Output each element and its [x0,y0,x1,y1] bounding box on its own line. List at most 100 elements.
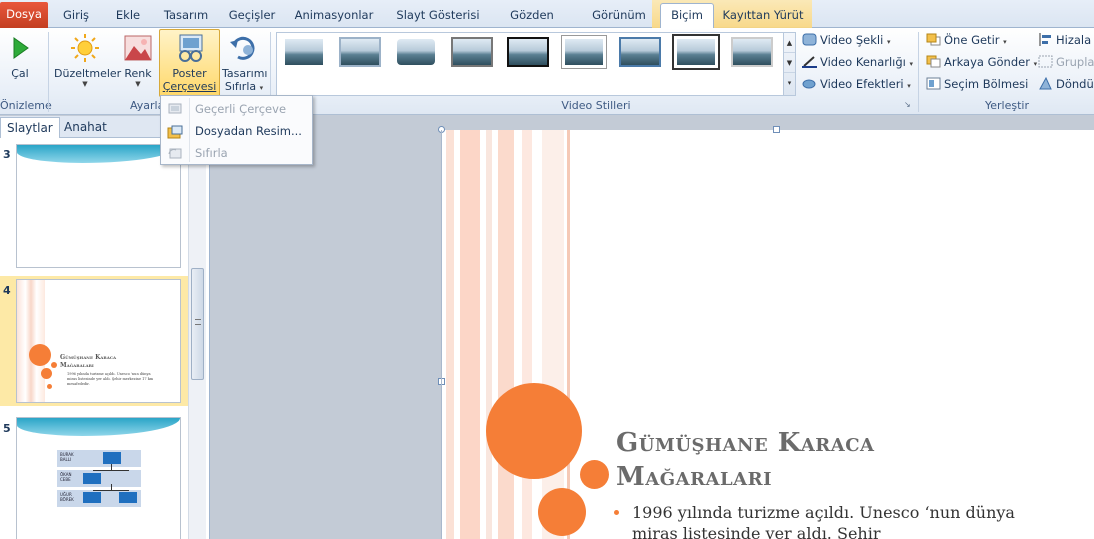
tab-slides[interactable]: Slaytlar [0,117,60,138]
poster-frame-button[interactable]: Poster Çerçevesi ▾ [159,29,220,105]
thumb-text: 1996 yılında turizme açıldı. Unesco 'nun… [67,372,154,386]
gallery-down-icon[interactable]: ▼ [784,53,795,73]
video-shape-icon [802,32,817,46]
tab-review[interactable]: Gözden Geçir [494,4,570,44]
video-style-preview [397,39,435,65]
send-backward-button[interactable]: Arkaya Gönder ▾ [926,52,1037,72]
sun-icon [69,32,101,64]
video-style-item[interactable] [395,37,437,67]
video-effects-label: Video Efektleri [820,77,904,91]
reset-design-icon [228,32,260,64]
gallery-scroll[interactable]: ▲ ▼ ▾ [783,33,795,95]
play-icon [4,32,36,64]
org-label: UĞUR BÖREK [60,492,74,502]
poster-frame-label-1: Poster [172,67,207,80]
scrollbar-thumb[interactable] [191,268,204,380]
stripe-decoration [442,130,572,539]
menu-item-reset[interactable]: Sıfırla [161,142,312,164]
bring-forward-button[interactable]: Öne Getir ▾ [926,30,1007,50]
circle-decoration [51,362,57,368]
tab-view[interactable]: Görünüm [586,4,652,28]
reset-design-label-2: Sıfırla ▾ [222,80,266,93]
circle-decoration [41,368,52,379]
org-box [103,452,121,464]
video-shape-label: Video Şekli [820,33,884,47]
play-label: Çal [11,67,29,80]
color-label: Renk [124,67,152,80]
reset-design-button[interactable]: Tasarımı Sıfırla ▾ [222,30,267,96]
play-button[interactable]: Çal [4,30,36,96]
panel-scrollbar[interactable] [188,138,206,539]
tab-slide-show[interactable]: Slayt Gösterisi [388,4,488,28]
circle-decoration [580,460,609,489]
slide-title[interactable]: Gümüşhane Karaca Mağaraları [616,426,875,494]
menu-item-label: Sıfırla [195,146,228,160]
corrections-button[interactable]: Düzeltmeler ▼ [54,30,121,96]
gallery-up-icon[interactable]: ▲ [784,33,795,53]
menu-item-current-frame[interactable]: Geçerli Çerçeve [161,98,312,120]
video-style-item[interactable] [507,37,549,67]
dialog-launcher-icon[interactable]: ↘ [904,100,911,109]
chevron-down-icon: ▾ [1033,60,1038,68]
slides-panel: Slaytlar Anahat × 3 4 Gümüşhane Karaca M… [0,116,210,539]
tab-insert[interactable]: Ekle [108,4,148,28]
org-connector [93,470,129,471]
align-icon [1038,32,1053,46]
org-box [83,492,101,503]
bullet-dot [614,510,619,515]
selection-pane-button[interactable]: Seçim Bölmesi [926,74,1028,94]
video-style-item[interactable] [619,37,661,67]
gallery-more-icon[interactable]: ▾ [784,73,795,93]
resize-handle[interactable] [773,126,780,133]
tab-format[interactable]: Biçim [660,3,714,29]
video-border-button[interactable]: Video Kenarlığı ▾ [802,52,913,72]
circle-decoration [47,384,52,389]
tab-playback[interactable]: Kayıttan Yürüt [720,4,806,28]
arrange-group-label: Yerleştir [985,99,1029,112]
color-icon [122,32,154,64]
tab-animations[interactable]: Animasyonlar [290,4,378,28]
circle-decoration [538,488,586,536]
slide-thumbnail-4[interactable]: Gümüşhane Karaca Mağaraları 1996 yılında… [16,279,181,403]
tab-transitions[interactable]: Geçişler [224,4,280,28]
bring-forward-icon [926,32,941,46]
video-style-item[interactable] [731,37,773,67]
tab-file[interactable]: Dosya [0,2,48,28]
wave-decoration [17,418,180,436]
tab-design[interactable]: Tasarım [158,4,214,28]
slide-bullet-text[interactable]: 1996 yılında turizme açıldı. Unesco ‘nun… [632,502,1052,539]
tab-home[interactable]: Giriş [56,4,96,28]
video-styles-gallery[interactable]: ▲ ▼ ▾ [276,32,796,96]
chevron-down-icon: ▾ [259,84,264,92]
align-button[interactable]: Hizala ▾ [1038,30,1094,50]
rotate-button[interactable]: Döndür [1038,74,1094,94]
menu-item-image-from-file[interactable]: Dosyadan Resim... [161,120,312,142]
video-style-item[interactable] [339,37,381,67]
group-button[interactable]: Grupla [1038,52,1094,72]
wave-decoration [17,145,180,163]
video-styles-group-label: Video Stilleri [561,99,631,112]
org-label: ÖKAN CEBE [60,472,72,482]
video-shape-button[interactable]: Video Şekli ▾ [802,30,890,50]
slide-title-line-2: Mağaraları [616,462,773,492]
current-slide[interactable]: Gümüşhane Karaca Mağaraları 1996 yılında… [442,130,1094,539]
video-effects-button[interactable]: Video Efektleri ▾ [802,74,911,94]
video-style-preview [285,39,323,65]
slide-thumbnail-3[interactable] [16,144,181,268]
video-style-item[interactable] [451,37,493,67]
video-style-item[interactable] [563,37,605,67]
video-style-item[interactable] [283,37,325,67]
align-label: Hizala [1056,33,1092,47]
video-style-item[interactable] [675,37,717,67]
bring-forward-label: Öne Getir [944,33,1000,47]
tab-outline[interactable]: Anahat [58,117,113,138]
current-frame-icon [167,102,183,116]
color-button[interactable]: Renk ▼ [120,30,156,96]
pen-icon [802,54,817,68]
video-style-preview [341,39,379,65]
ribbon-tab-bar: Dosya Giriş Ekle Tasarım Geçişler Animas… [0,0,1094,44]
slide-thumbnail-5[interactable]: BURAK BALLI ÖKAN CEBE UĞUR BÖREK [16,417,181,539]
rotate-label: Döndür [1056,77,1094,91]
group-separator [48,32,49,112]
group-icon [1038,54,1053,68]
